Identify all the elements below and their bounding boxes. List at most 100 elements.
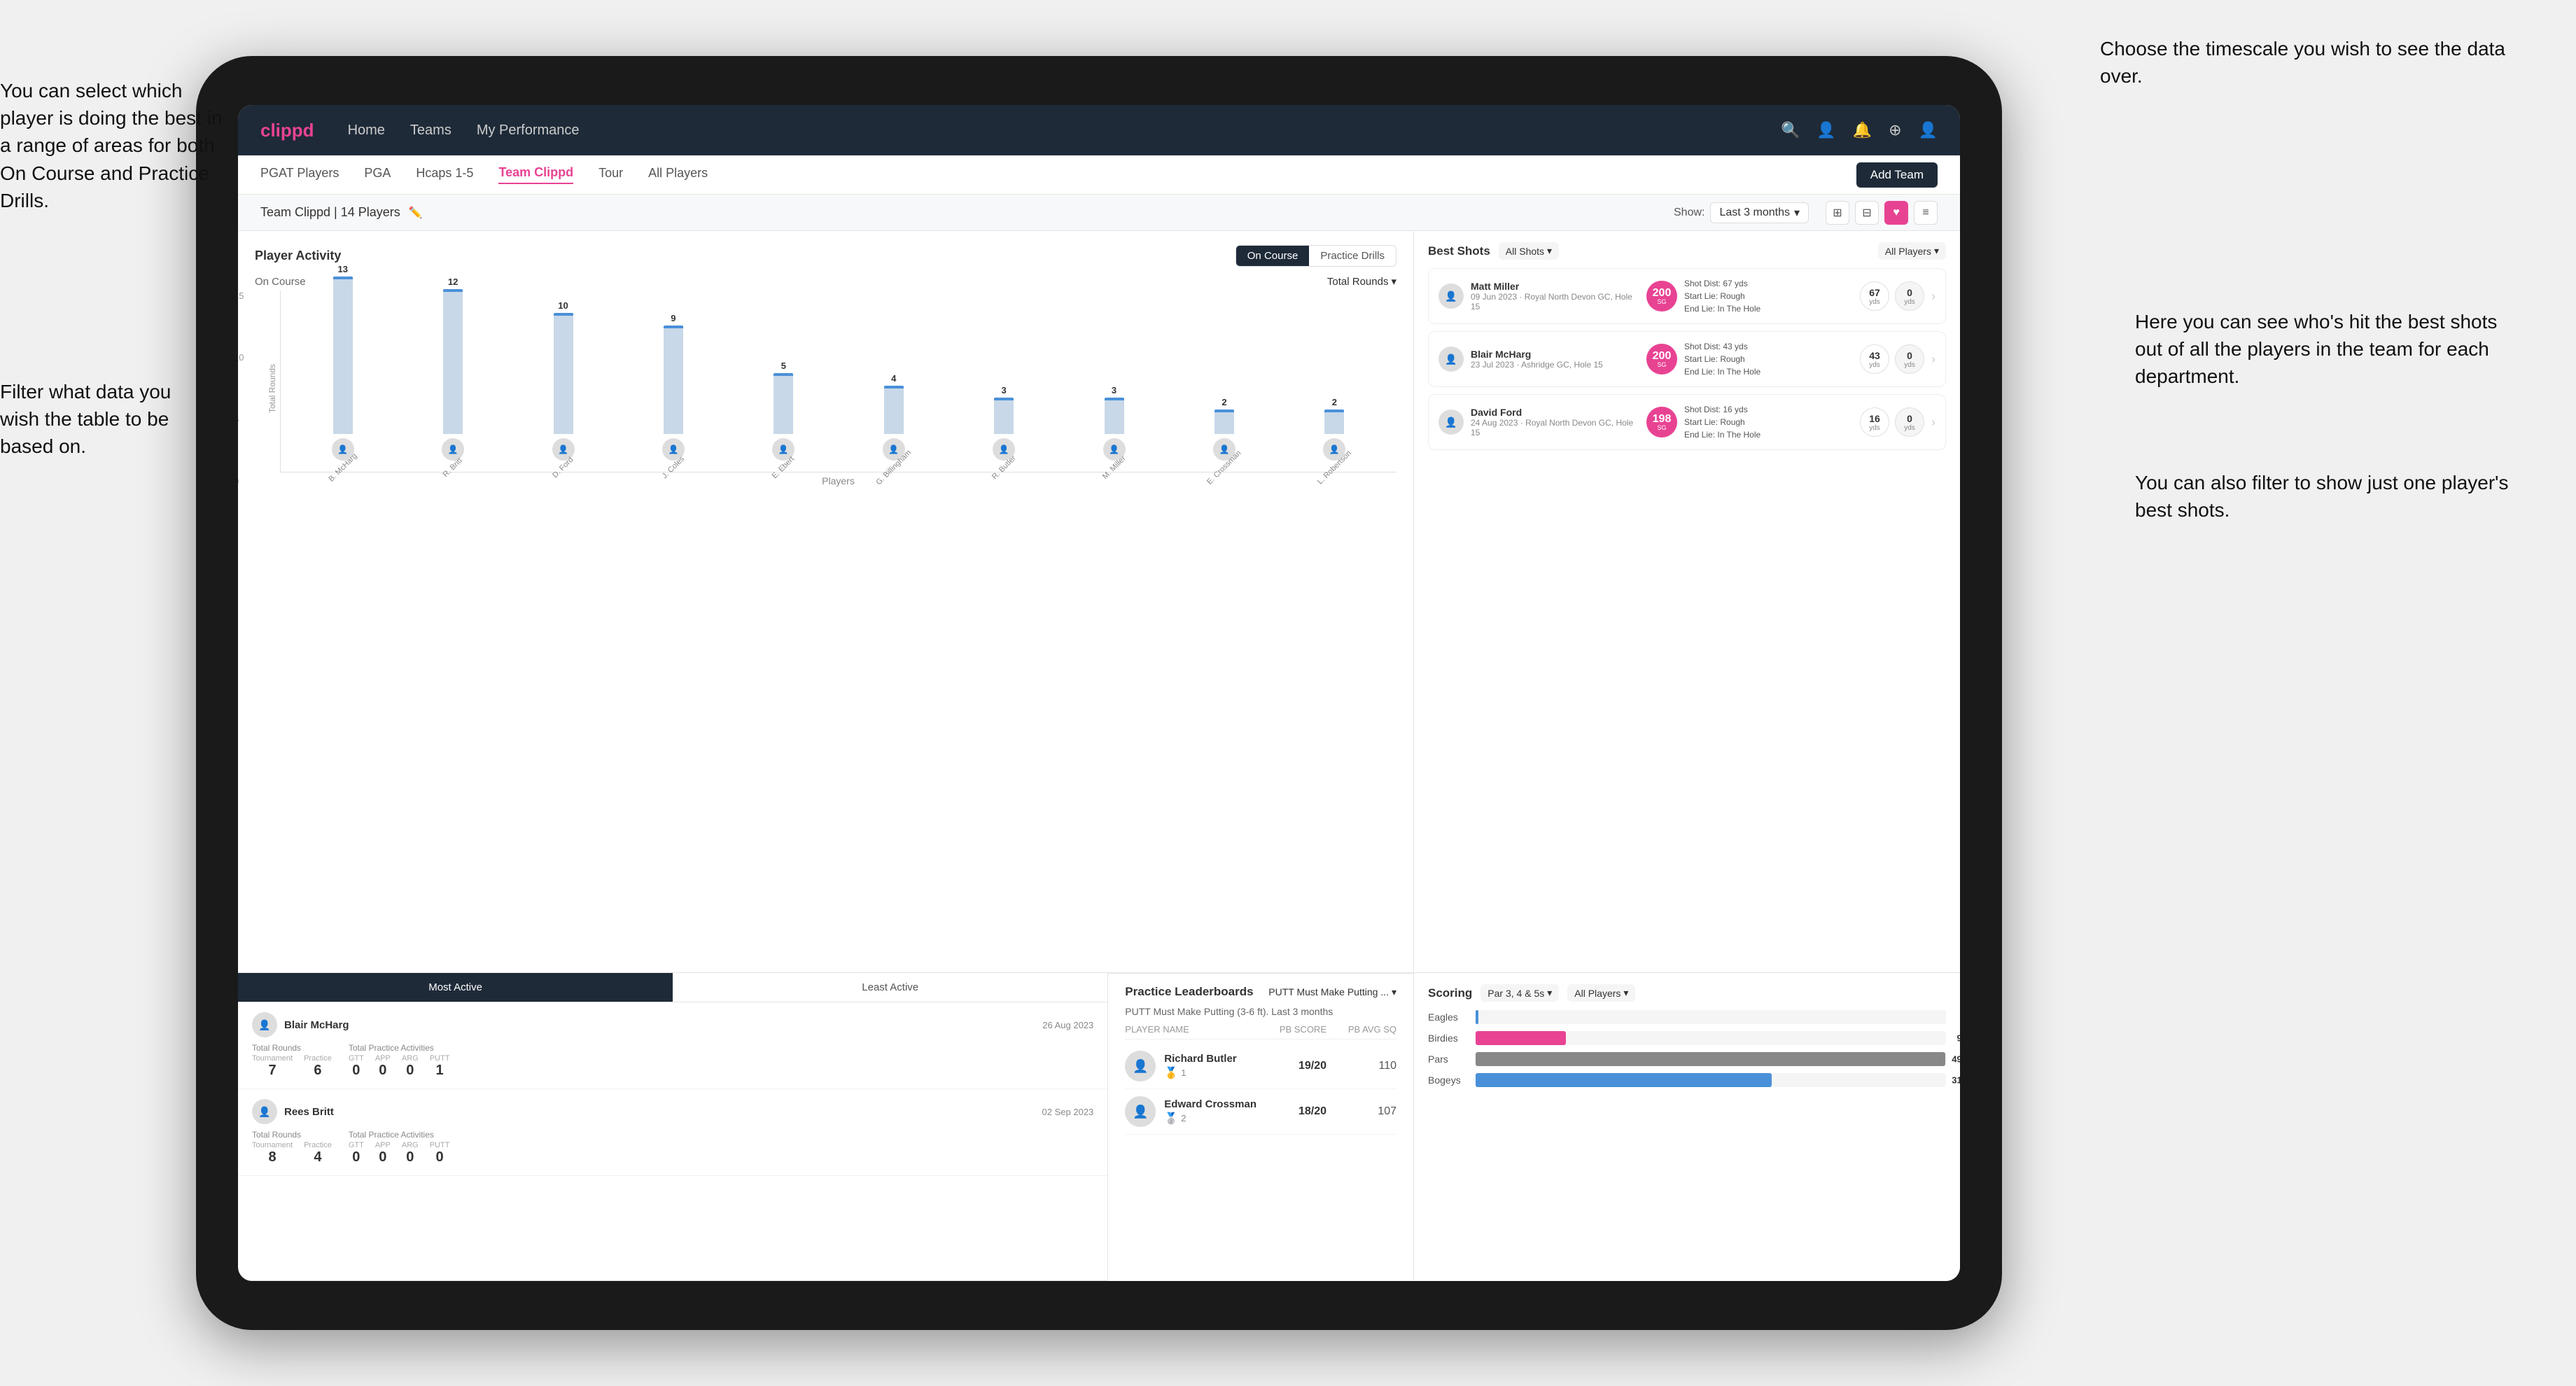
bar-val-pars: 499 bbox=[1952, 1054, 1960, 1065]
lb-rank-num-1: 1 bbox=[1181, 1068, 1186, 1078]
chevron-down-icon: ▾ bbox=[1794, 206, 1800, 220]
shot-player-name-1: Matt Miller bbox=[1471, 281, 1639, 292]
nav-link-home[interactable]: Home bbox=[348, 122, 385, 139]
lb-pb-1: 19/20 bbox=[1256, 1060, 1326, 1072]
add-team-button[interactable]: Add Team bbox=[1856, 162, 1938, 188]
nav-right: 🔍 👤 🔔 ⊕ 👤 bbox=[1781, 121, 1938, 139]
scoring-filter-1-label: Par 3, 4 & 5s bbox=[1488, 988, 1544, 999]
active-name-1: Blair McHarg bbox=[284, 1019, 349, 1031]
timescale-dropdown[interactable]: Last 3 months ▾ bbox=[1710, 202, 1809, 223]
label-pars: Pars bbox=[1428, 1054, 1470, 1065]
practice-title: Practice Leaderboards bbox=[1125, 985, 1253, 999]
bar-5 bbox=[884, 386, 904, 434]
active-stats-2: Total Rounds Tournament 8 Practice bbox=[252, 1130, 1093, 1166]
tab-hcaps[interactable]: Hcaps 1-5 bbox=[416, 166, 473, 183]
players-filter[interactable]: All Players ▾ bbox=[1878, 242, 1946, 260]
player-activity-section: Player Activity On Course Practice Drill… bbox=[238, 231, 1413, 973]
shot-stats-1: 67 yds 0 yds bbox=[1860, 281, 1924, 311]
least-active-tab[interactable]: Least Active bbox=[673, 973, 1107, 1002]
search-icon[interactable]: 🔍 bbox=[1781, 121, 1800, 139]
bar-0 bbox=[333, 276, 353, 434]
nav-link-teams[interactable]: Teams bbox=[410, 122, 451, 139]
scoring-row-bogeys: Bogeys 315 bbox=[1428, 1073, 1946, 1087]
top-nav: clippd Home Teams My Performance 🔍 👤 🔔 ⊕… bbox=[238, 105, 1960, 155]
rounds-block-1: Total Rounds Tournament 7 Practice bbox=[252, 1043, 332, 1079]
most-active-tab[interactable]: Most Active bbox=[238, 973, 673, 1002]
practice-dropdown[interactable]: PUTT Must Make Putting ... ▾ bbox=[1268, 986, 1396, 998]
users-icon[interactable]: 👤 bbox=[1816, 121, 1835, 139]
activity-title: Player Activity bbox=[255, 248, 341, 263]
lb-avatar-1: 👤 bbox=[1125, 1051, 1156, 1082]
view-list-icon[interactable]: ⊟ bbox=[1855, 201, 1879, 225]
scoring-filter-1[interactable]: Par 3, 4 & 5s ▾ bbox=[1480, 984, 1559, 1002]
bar-fill-pars bbox=[1476, 1052, 1945, 1066]
bar-wrap-birdies: 96 bbox=[1476, 1031, 1946, 1045]
main-content: Player Activity On Course Practice Drill… bbox=[238, 231, 1960, 1281]
plus-icon[interactable]: ⊕ bbox=[1889, 121, 1901, 139]
tab-all-players[interactable]: All Players bbox=[648, 166, 708, 183]
bar-fill-bogeys bbox=[1476, 1073, 1772, 1087]
bar-group-3: 9 👤 J. Coles bbox=[618, 313, 728, 472]
leaderboard-row-2: 👤 Edward Crossman 🥈 2 18/20 107 bbox=[1125, 1089, 1396, 1135]
view-heart-icon[interactable]: ♥ bbox=[1884, 201, 1908, 225]
bar-wrap-pars: 499 bbox=[1476, 1052, 1946, 1066]
shot-details-1: Shot Dist: 67 yds Start Lie: Rough End L… bbox=[1684, 277, 1853, 315]
scoring-filter-2[interactable]: All Players ▾ bbox=[1567, 984, 1635, 1002]
edit-icon[interactable]: ✏️ bbox=[409, 206, 423, 220]
players-filter-label: All Players bbox=[1885, 246, 1931, 257]
scoring-section: Scoring Par 3, 4 & 5s ▾ All Players ▾ Ea… bbox=[1414, 973, 1960, 1281]
chevron-down-icon: ▾ bbox=[1392, 986, 1396, 998]
on-course-toggle[interactable]: On Course bbox=[1236, 246, 1310, 266]
label-eagles: Eagles bbox=[1428, 1011, 1470, 1023]
chart-dropdown-label: Total Rounds bbox=[1327, 276, 1389, 288]
active-name-2: Rees Britt bbox=[284, 1106, 334, 1118]
bell-icon[interactable]: 🔔 bbox=[1853, 121, 1872, 139]
shot-avatar-3: 👤 bbox=[1438, 410, 1464, 435]
bar-group-6: 3 👤 R. Butler bbox=[948, 385, 1058, 472]
leaderboard-row-1: 👤 Richard Butler 🥇 1 19/20 110 bbox=[1125, 1044, 1396, 1089]
shot-meta-1: 09 Jun 2023 · Royal North Devon GC, Hole… bbox=[1471, 292, 1639, 312]
view-grid-icon[interactable]: ⊞ bbox=[1826, 201, 1849, 225]
tab-team-clippd[interactable]: Team Clippd bbox=[498, 165, 573, 184]
bar-group-0: 13 👤 B. McHarg bbox=[288, 264, 398, 472]
tab-pga[interactable]: PGA bbox=[364, 166, 391, 183]
avatar-icon[interactable]: 👤 bbox=[1919, 121, 1938, 139]
scoring-title: Scoring bbox=[1428, 986, 1472, 1000]
silver-medal-icon: 🥈 bbox=[1164, 1112, 1178, 1126]
view-menu-icon[interactable]: ≡ bbox=[1914, 201, 1938, 225]
shot-card-2[interactable]: 👤 Blair McHarg 23 Jul 2023 · Ashridge GC… bbox=[1428, 331, 1946, 387]
shots-filter[interactable]: All Shots ▾ bbox=[1499, 242, 1559, 260]
practice-section: Practice Leaderboards PUTT Must Make Put… bbox=[1108, 973, 1413, 1281]
chart-dropdown[interactable]: Total Rounds ▾ bbox=[1327, 275, 1396, 288]
stat-pill-dist-2: 43 yds bbox=[1860, 344, 1889, 374]
scoring-row-birdies: Birdies 96 bbox=[1428, 1031, 1946, 1045]
shot-details-2: Shot Dist: 43 yds Start Lie: Rough End L… bbox=[1684, 340, 1853, 378]
shot-info-2: Blair McHarg 23 Jul 2023 · Ashridge GC, … bbox=[1471, 349, 1639, 370]
shot-badge-1: 200 SG bbox=[1646, 281, 1677, 312]
bar-val-birdies: 96 bbox=[1957, 1033, 1960, 1044]
shot-card-3[interactable]: 👤 David Ford 24 Aug 2023 · Royal North D… bbox=[1428, 394, 1946, 450]
active-stats-1: Total Rounds Tournament 7 Practice bbox=[252, 1043, 1093, 1079]
shot-avatar-1: 👤 bbox=[1438, 284, 1464, 309]
annotation-right-filter: You can also filter to show just one pla… bbox=[2135, 469, 2527, 524]
tab-tour[interactable]: Tour bbox=[598, 166, 623, 183]
bar-chart: 13 👤 B. McHarg 12 👤 R. Britt bbox=[280, 290, 1396, 472]
annotation-top-right: Choose the timescale you wish to see the… bbox=[2100, 35, 2506, 90]
shot-card-1[interactable]: 👤 Matt Miller 09 Jun 2023 · Royal North … bbox=[1428, 268, 1946, 324]
bar-7 bbox=[1105, 398, 1124, 434]
stat-pill-zero-2: 0 yds bbox=[1895, 344, 1924, 374]
bar-group-7: 3 👤 M. Miller bbox=[1059, 385, 1169, 472]
rounds-block-2: Total Rounds Tournament 8 Practice bbox=[252, 1130, 332, 1166]
lb-rank-1: 🥇 1 bbox=[1164, 1066, 1256, 1080]
practice-drills-toggle[interactable]: Practice Drills bbox=[1309, 246, 1396, 266]
active-avatar-2: 👤 bbox=[252, 1099, 277, 1124]
nav-link-performance[interactable]: My Performance bbox=[477, 122, 580, 139]
nav-logo: clippd bbox=[260, 120, 314, 141]
team-header: Team Clippd | 14 Players ✏️ Show: Last 3… bbox=[238, 195, 1960, 231]
shot-meta-2: 23 Jul 2023 · Ashridge GC, Hole 15 bbox=[1471, 360, 1639, 370]
tab-pgat-players[interactable]: PGAT Players bbox=[260, 166, 339, 183]
stat-pill-zero-1: 0 yds bbox=[1895, 281, 1924, 311]
chevron-down-icon: ▾ bbox=[1547, 987, 1552, 999]
practice-dropdown-label: PUTT Must Make Putting ... bbox=[1268, 986, 1389, 997]
active-player-1: 👤 Blair McHarg 26 Aug 2023 Total Rounds bbox=[238, 1002, 1107, 1089]
